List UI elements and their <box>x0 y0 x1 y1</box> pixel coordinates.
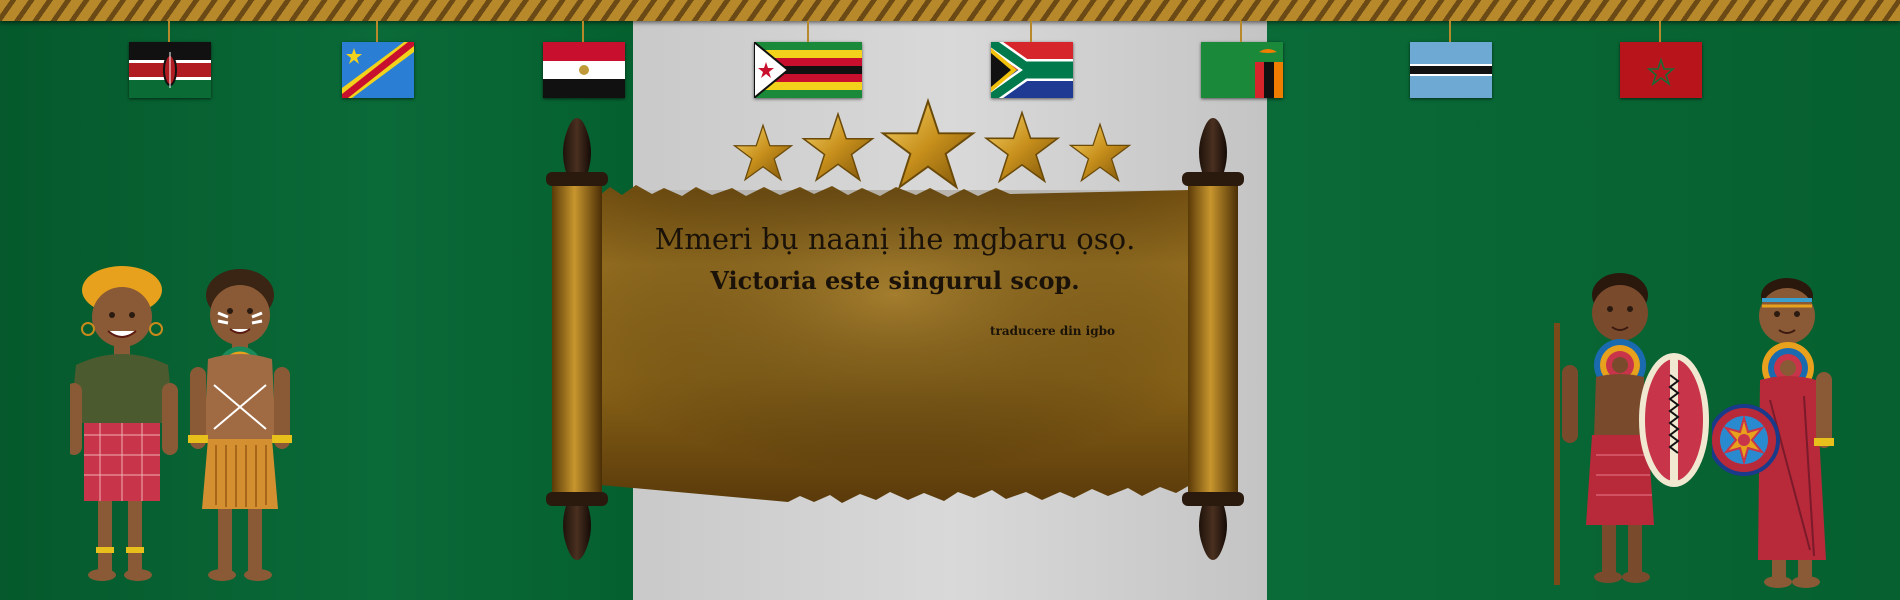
morocco-flag <box>1620 21 1702 98</box>
star-icon <box>879 98 977 190</box>
woman-head-wrap-figure <box>70 266 178 581</box>
maasai-woman-figure <box>1712 278 1834 588</box>
star-icon <box>732 123 794 182</box>
egypt-flag <box>543 21 625 98</box>
stars-rating <box>732 98 1132 190</box>
star-icon <box>801 111 875 182</box>
kenya-flag <box>129 21 211 98</box>
rope-border <box>0 0 1900 21</box>
south-africa-flag <box>991 21 1073 98</box>
star-icon <box>983 110 1061 184</box>
zimbabwe-flag <box>754 21 862 98</box>
dr-congo-flag <box>342 21 414 98</box>
quote-igbo: Mmeri bụ naanị ihe mgbaru ọsọ. <box>654 222 1136 256</box>
man-grass-skirt-figure <box>188 269 292 581</box>
botswana-flag <box>1410 21 1492 98</box>
quote-romanian: Victoria este singurul scop. <box>710 266 1080 295</box>
zambia-flag <box>1201 21 1283 98</box>
star-icon <box>1068 122 1132 183</box>
quote-attribution: traducere din igbo <box>990 324 1116 338</box>
maasai-warrior-figure <box>1554 273 1709 585</box>
